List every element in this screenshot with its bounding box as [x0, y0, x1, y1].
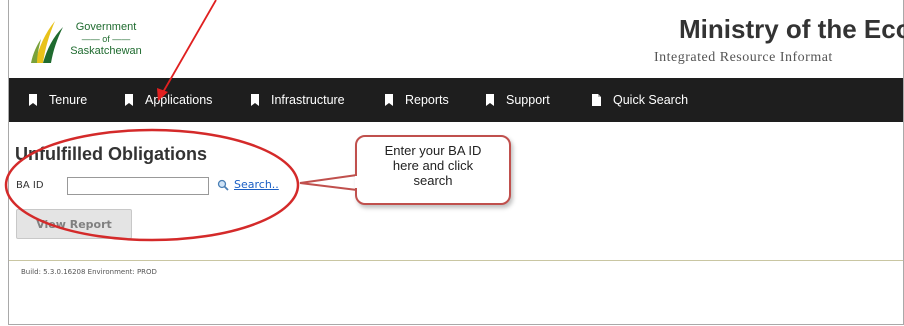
nav-item-support[interactable]: Support: [486, 78, 550, 122]
logo-text: Government —— of —— Saskatchewan: [65, 21, 147, 57]
document-icon: [592, 94, 601, 106]
logo-line-government: Government: [75, 21, 137, 33]
bookmark-icon: [29, 94, 37, 106]
logo-of-text: of: [102, 34, 110, 44]
nav-label-quick-search: Quick Search: [613, 93, 689, 107]
logo-line-saskatchewan: Saskatchewan: [70, 45, 142, 57]
bookmark-icon: [251, 94, 259, 106]
nav-label-tenure: Tenure: [49, 93, 88, 107]
nav-item-reports[interactable]: Reports: [385, 78, 449, 122]
nav-label-applications: Applications: [145, 93, 213, 107]
logo-line-of: —— of ——: [81, 34, 131, 44]
nav-item-infrastructure[interactable]: Infrastructure: [251, 78, 345, 122]
nav-item-applications[interactable]: Applications: [125, 78, 212, 122]
ministry-title: Ministry of the Eco: [679, 14, 904, 44]
page-title: Unfulfilled Obligations: [15, 144, 207, 164]
search-link[interactable]: Search..: [217, 178, 279, 191]
bookmark-icon: [125, 94, 133, 106]
main-navbar: Tenure Applications Infrastructure Repor…: [9, 78, 903, 122]
footer-divider: [9, 260, 903, 261]
bookmark-icon: [486, 94, 494, 106]
site-header: Government —— of —— Saskatchewan Ministr…: [9, 0, 904, 78]
magnifier-icon: [217, 179, 229, 191]
nav-label-reports: Reports: [405, 93, 449, 107]
nav-label-infrastructure: Infrastructure: [271, 93, 345, 107]
callout-text: Enter your BA ID here and click search: [384, 143, 482, 188]
system-subtitle: Integrated Resource Informat: [654, 50, 833, 65]
nav-item-quick-search[interactable]: Quick Search: [592, 78, 688, 122]
search-link-label: Search..: [234, 178, 279, 191]
build-info: Build: 5.3.0.16208 Environment: PROD: [21, 268, 157, 276]
government-logo[interactable]: Government —— of —— Saskatchewan: [29, 17, 169, 67]
nav-item-tenure[interactable]: Tenure: [29, 78, 87, 122]
nav-label-support: Support: [506, 93, 550, 107]
ba-id-label: BA ID: [16, 180, 44, 191]
wheat-icon: [31, 21, 63, 63]
ba-id-input[interactable]: [67, 177, 209, 195]
bookmark-icon: [385, 94, 393, 106]
view-report-button[interactable]: View Report: [16, 209, 132, 239]
callout-box: Enter your BA ID here and click search: [355, 135, 511, 205]
